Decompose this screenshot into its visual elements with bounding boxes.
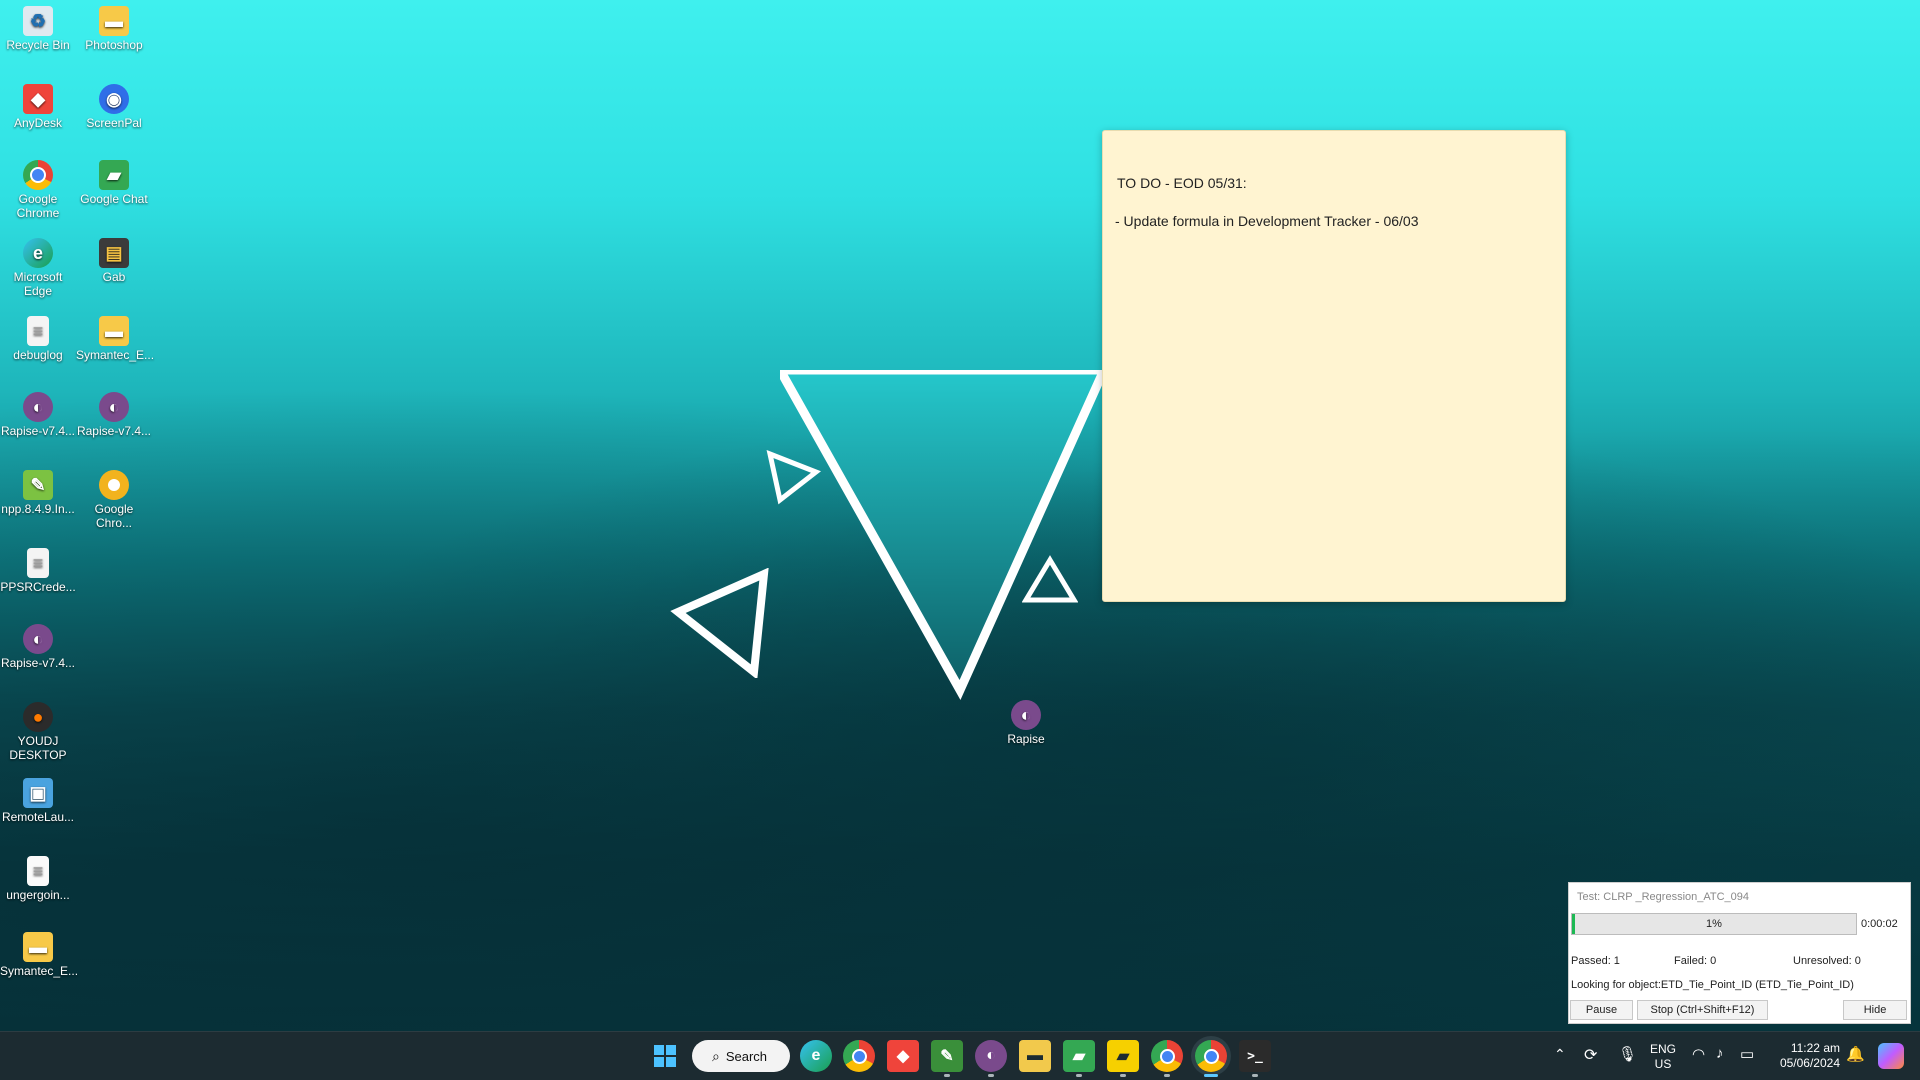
desktop-icon-remotelauncher[interactable]: ▣ RemoteLau...	[0, 778, 76, 824]
test-unresolved-count: Unresolved: 0	[1793, 955, 1861, 967]
sticky-note-item: - Update formula in Development Tracker …	[1115, 213, 1419, 229]
desktop-icon-ungergoin[interactable]: ≡ ungergoin...	[0, 856, 76, 902]
language-label: ENG	[1650, 1042, 1677, 1056]
gab-icon: ▤	[99, 238, 129, 268]
desktop-icon-screenpal[interactable]: ◉ ScreenPal	[76, 84, 152, 130]
chrome-icon[interactable]	[843, 1040, 875, 1072]
google-chat-icon: ▰	[99, 160, 129, 190]
wifi-icon[interactable]: ◠	[1692, 1045, 1705, 1063]
anydesk-icon[interactable]: ◆	[887, 1040, 919, 1072]
language-indicator[interactable]: ENG US	[1650, 1042, 1676, 1072]
chrome-canary-icon	[99, 470, 129, 500]
desktop-icon-rapise-3[interactable]: ◐ Rapise-v7.4...	[0, 624, 76, 670]
test-runner-title: Test: CLRP _Regression_ATC_094	[1577, 891, 1750, 903]
microphone-icon[interactable]: 🎙	[1618, 1045, 1637, 1063]
chrome-icon	[23, 160, 53, 190]
folder-icon: ▬	[99, 6, 129, 36]
screenpal-icon: ◉	[99, 84, 129, 114]
desktop-icon-photoshop[interactable]: ▬ Photoshop	[76, 6, 152, 52]
edge-icon[interactable]: e	[800, 1040, 832, 1072]
sticky-note[interactable]: TO DO - EOD 05/31: - Update formula in D…	[1102, 130, 1566, 602]
youdj-icon: ●	[23, 702, 53, 732]
desktop-icon-recycle-bin[interactable]: ♻ Recycle Bin	[0, 6, 76, 52]
stop-button[interactable]: Stop (Ctrl+Shift+F12)	[1637, 1000, 1768, 1020]
folder-icon: ▬	[23, 932, 53, 962]
hide-button[interactable]: Hide	[1843, 1000, 1907, 1020]
desktop-icon-npp[interactable]: ✎ npp.8.4.9.In...	[0, 470, 76, 516]
test-passed-count: Passed: 1	[1571, 955, 1620, 967]
rapise-icon: ◐	[1011, 700, 1041, 730]
test-status-message: Looking for object:ETD_Tie_Point_ID (ETD…	[1571, 979, 1854, 991]
edge-icon: e	[23, 238, 53, 268]
chrome-icon[interactable]	[1151, 1040, 1183, 1072]
desktop-icon-rapise-2[interactable]: ◐ Rapise-v7.4...	[76, 392, 152, 438]
sticky-notes-icon[interactable]: ▰	[1107, 1040, 1139, 1072]
desktop-icon-microsoft-edge[interactable]: e Microsoft Edge	[0, 238, 76, 298]
volume-icon[interactable]: ♪	[1716, 1045, 1724, 1062]
desktop-icon-symantec-1[interactable]: ▬ Symantec_E...	[76, 316, 154, 362]
desktop-icon-gab[interactable]: ▤ Gab	[76, 238, 152, 284]
document-icon: ≡	[27, 548, 49, 578]
test-elapsed-time: 0:00:02	[1861, 918, 1898, 930]
clock[interactable]: 11:22 am 05/06/2024	[1770, 1041, 1840, 1071]
desktop-icon-rapise-center[interactable]: ◐ Rapise	[988, 700, 1064, 746]
desktop-icon-rapise-1[interactable]: ◐ Rapise-v7.4...	[0, 392, 76, 438]
rapise-icon: ◐	[23, 624, 53, 654]
rapise-icon[interactable]: ◐	[975, 1040, 1007, 1072]
remote-launcher-icon: ▣	[23, 778, 53, 808]
desktop-icon-google-chat[interactable]: ▰ Google Chat	[76, 160, 152, 206]
rapise-icon: ◐	[99, 392, 129, 422]
wallpaper-triangle-small-2	[670, 568, 769, 678]
taskbar: ⌕ Search e ◆ ✎ ◐ ▬ ▰ ▰ >_ ⌃ ⟳ 🎙 ENG US ◠…	[0, 1031, 1920, 1080]
wallpaper-triangle-small-3	[1022, 555, 1078, 603]
rapise-icon: ◐	[23, 392, 53, 422]
taskbar-search[interactable]: ⌕ Search	[692, 1040, 790, 1072]
test-progress-bar: 1%	[1571, 913, 1857, 935]
clock-time: 11:22 am	[1790, 1041, 1840, 1055]
test-runner-panel: Test: CLRP _Regression_ATC_094 1% 0:00:0…	[1568, 882, 1911, 1024]
region-label: US	[1654, 1057, 1672, 1071]
wallpaper-triangle	[780, 370, 1109, 700]
folder-icon: ▬	[99, 316, 129, 346]
desktop-icon-google-chrome-canary[interactable]: Google Chro...	[76, 470, 152, 530]
battery-icon[interactable]: ▭	[1740, 1045, 1754, 1063]
sync-icon[interactable]: ⟳	[1584, 1045, 1597, 1065]
chevron-up-icon[interactable]: ⌃	[1554, 1046, 1566, 1063]
desktop-icon-symantec-2[interactable]: ▬ Symantec_E...	[0, 932, 78, 978]
sticky-note-heading: TO DO - EOD 05/31:	[1117, 175, 1247, 191]
windows-start-icon[interactable]	[649, 1040, 681, 1072]
file-explorer-icon[interactable]: ▬	[1019, 1040, 1051, 1072]
desktop-icon-youdj[interactable]: ● YOUDJ DESKTOP	[0, 702, 76, 762]
google-chat-icon[interactable]: ▰	[1063, 1040, 1095, 1072]
search-icon: ⌕	[712, 1047, 720, 1064]
test-failed-count: Failed: 0	[1674, 955, 1717, 967]
desktop-icon-ppsrcrede[interactable]: ≡ PPSRCrede...	[0, 548, 76, 594]
notepadpp-icon: ✎	[23, 470, 53, 500]
test-progress-percent: 1%	[1706, 918, 1722, 930]
wallpaper-triangle-small-1	[766, 450, 822, 505]
document-icon: ≡	[27, 316, 49, 346]
recycle-bin-icon: ♻	[23, 6, 53, 36]
search-label: Search	[725, 1048, 768, 1064]
notepad-icon[interactable]: ✎	[931, 1040, 963, 1072]
desktop-icon-debuglog[interactable]: ≡ debuglog	[0, 316, 76, 362]
chrome-icon[interactable]	[1195, 1040, 1227, 1072]
anydesk-icon: ◆	[23, 84, 53, 114]
pause-button[interactable]: Pause	[1570, 1000, 1633, 1020]
desktop-icon-google-chrome[interactable]: Google Chrome	[0, 160, 76, 220]
clock-date: 05/06/2024	[1779, 1056, 1840, 1070]
notification-bell-icon[interactable]: 🔔	[1846, 1045, 1865, 1063]
document-icon: ≡	[27, 856, 49, 886]
copilot-icon[interactable]	[1878, 1043, 1904, 1069]
desktop-icon-anydesk[interactable]: ◆ AnyDesk	[0, 84, 76, 130]
terminal-icon[interactable]: >_	[1239, 1040, 1271, 1072]
